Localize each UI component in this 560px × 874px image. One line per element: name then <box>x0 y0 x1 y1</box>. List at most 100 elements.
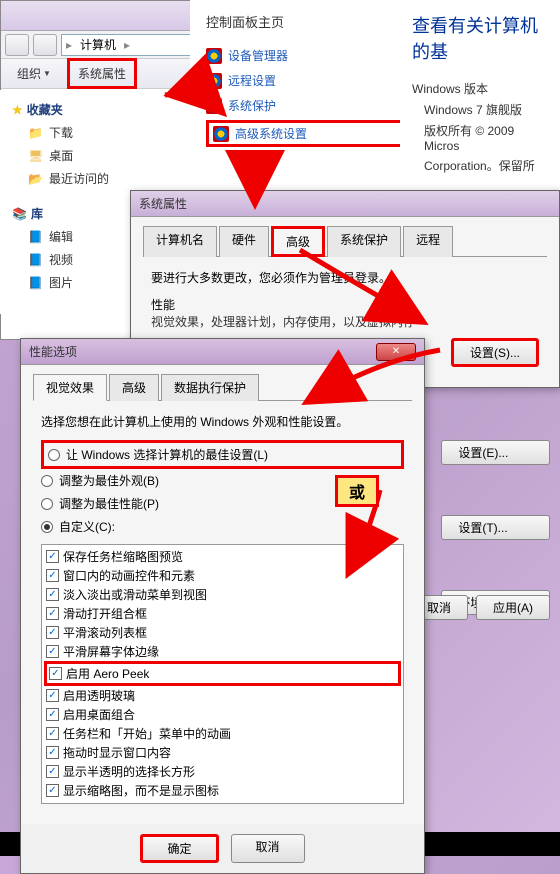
shield-icon <box>206 98 222 114</box>
cancel-button[interactable]: 取消 <box>231 834 305 863</box>
check-label: 启用 Aero Peek <box>66 665 149 682</box>
check-row[interactable]: 拖动时显示窗口内容 <box>44 743 401 762</box>
checkbox-icon[interactable] <box>46 626 59 639</box>
chevron-right-icon: ▸ <box>124 38 130 52</box>
sidebar-recent[interactable]: 📂 最近访问的 <box>8 167 172 190</box>
check-label: 启用桌面组合 <box>63 706 135 723</box>
tab-visual-effects[interactable]: 视觉效果 <box>33 374 107 401</box>
checkbox-icon[interactable] <box>46 607 59 620</box>
check-row[interactable]: 保存任务栏缩略图预览 <box>44 547 401 566</box>
perfopts-content: 选择您想在此计算机上使用的 Windows 外观和性能设置。 让 Windows… <box>33 401 412 816</box>
sidebar-favorites-header[interactable]: ★ 收藏夹 <box>8 98 172 121</box>
check-label: 平滑屏幕字体边缘 <box>63 643 159 660</box>
library-icon: 📚 <box>12 207 27 221</box>
or-badge: 或 <box>335 475 379 507</box>
check-row[interactable]: 任务栏和「开始」菜单中的动画 <box>44 724 401 743</box>
perfopts-title: 性能选项 <box>29 343 77 360</box>
check-row[interactable]: 平滑滚动列表框 <box>44 623 401 642</box>
check-row[interactable]: 显示半透明的选择长方形 <box>44 762 401 781</box>
settings-e-button[interactable]: 设置(E)... <box>441 440 550 465</box>
checkbox-icon[interactable] <box>46 550 59 563</box>
breadcrumb-computer[interactable]: 计算机 <box>74 34 122 55</box>
tab-dep[interactable]: 数据执行保护 <box>161 374 259 401</box>
tab-advanced[interactable]: 高级 <box>271 226 325 257</box>
downloads-label: 下载 <box>49 124 73 141</box>
shield-icon <box>206 48 222 64</box>
settings-s-button[interactable]: 设置(S)... <box>451 338 539 367</box>
check-row[interactable]: 启用桌面组合 <box>44 705 401 724</box>
organize-menu[interactable]: 组织 ▼ <box>9 61 59 86</box>
perfopts-desc: 选择您想在此计算机上使用的 Windows 外观和性能设置。 <box>41 413 404 430</box>
check-row[interactable]: 启用 Aero Peek <box>44 661 401 686</box>
system-properties-button[interactable]: 系统属性 <box>67 58 137 89</box>
info-copyright: 版权所有 © 2009 Micros <box>412 122 548 153</box>
performance-options-dialog: 性能选项 ✕ 视觉效果 高级 数据执行保护 选择您想在此计算机上使用的 Wind… <box>20 338 425 874</box>
check-row[interactable]: 窗口内的动画控件和元素 <box>44 566 401 585</box>
sysprops-bottom-buttons: 取消 应用(A) <box>410 595 550 620</box>
star-icon: ★ <box>12 103 23 117</box>
close-button[interactable]: ✕ <box>376 343 416 361</box>
checkbox-icon[interactable] <box>46 746 59 759</box>
visual-effects-list[interactable]: 保存任务栏缩略图预览窗口内的动画控件和元素淡入淡出或滑动菜单到视图滑动打开组合框… <box>41 544 404 804</box>
ok-button[interactable]: 确定 <box>140 834 218 863</box>
check-row[interactable]: 显示缩略图，而不是显示图标 <box>44 781 401 800</box>
check-label: 保存任务栏缩略图预览 <box>63 548 183 565</box>
videos-label: 视频 <box>49 251 73 268</box>
radio-icon <box>41 475 53 487</box>
tab-perf-advanced[interactable]: 高级 <box>109 374 159 401</box>
perf-desc: 视觉效果，处理器计划，内存使用，以及虚拟内存 <box>151 313 539 330</box>
sysprops-tabs: 计算机名 硬件 高级 系统保护 远程 <box>143 225 547 257</box>
libraries-label: 库 <box>31 205 43 222</box>
checkbox-icon[interactable] <box>46 765 59 778</box>
checkbox-icon[interactable] <box>46 588 59 601</box>
organize-label: 组织 <box>17 65 41 82</box>
check-label: 窗口内的动画控件和元素 <box>63 567 195 584</box>
sysprops-apply-button[interactable]: 应用(A) <box>476 595 550 620</box>
check-row[interactable]: 平滑屏幕字体边缘 <box>44 642 401 661</box>
checkbox-icon[interactable] <box>46 727 59 740</box>
cp-advanced-label: 高级系统设置 <box>235 125 307 142</box>
check-label: 滑动打开组合框 <box>63 605 147 622</box>
back-button[interactable] <box>5 34 29 56</box>
radio-icon <box>48 449 60 461</box>
forward-button[interactable] <box>33 34 57 56</box>
check-label: 拖动时显示窗口内容 <box>63 744 171 761</box>
sysprops-titlebar[interactable]: 系统属性 <box>131 191 559 217</box>
tab-hardware[interactable]: 硬件 <box>219 226 269 257</box>
radio-custom[interactable]: 自定义(C): <box>41 515 404 538</box>
info-corp: Corporation。保留所 <box>412 157 548 174</box>
right-buttons: 设置(E)... 设置(T)... 环境变量(N)... <box>441 440 550 615</box>
cp-remote-label: 远程设置 <box>228 72 276 89</box>
shield-icon <box>206 73 222 89</box>
check-row[interactable]: 滑动打开组合框 <box>44 604 401 623</box>
checkbox-icon[interactable] <box>46 569 59 582</box>
desktop-label: 桌面 <box>49 147 73 164</box>
perfopts-body: 视觉效果 高级 数据执行保护 选择您想在此计算机上使用的 Windows 外观和… <box>21 365 424 824</box>
folder-icon: 📁 <box>28 126 43 140</box>
sidebar-downloads[interactable]: 📁 下载 <box>8 121 172 144</box>
admin-note: 要进行大多数更改，您必须作为管理员登录。 <box>151 269 539 286</box>
check-row[interactable]: 启用透明玻璃 <box>44 686 401 705</box>
settings-t-button[interactable]: 设置(T)... <box>441 515 550 540</box>
check-label: 启用透明玻璃 <box>63 687 135 704</box>
checkbox-icon[interactable] <box>46 708 59 721</box>
radio-let-windows[interactable]: 让 Windows 选择计算机的最佳设置(L) <box>41 440 404 469</box>
tab-protection[interactable]: 系统保护 <box>327 226 401 257</box>
check-row[interactable]: 淡入淡出或滑动菜单到视图 <box>44 585 401 604</box>
sidebar-desktop[interactable]: 🖥 桌面 <box>8 144 172 167</box>
tab-remote[interactable]: 远程 <box>403 226 453 257</box>
check-row[interactable]: 在窗口和按钮上使用视觉样式 <box>44 800 401 804</box>
checkbox-icon[interactable] <box>46 689 59 702</box>
radio-icon <box>41 498 53 510</box>
perfopts-titlebar[interactable]: 性能选项 ✕ <box>21 339 424 365</box>
checkbox-icon[interactable] <box>46 784 59 797</box>
checkbox-icon[interactable] <box>49 667 62 680</box>
checkbox-icon[interactable] <box>46 645 59 658</box>
recent-label: 最近访问的 <box>49 170 109 187</box>
info-edition: Windows 7 旗舰版 <box>412 101 548 118</box>
tab-computer-name[interactable]: 计算机名 <box>143 226 217 257</box>
cp-device-label: 设备管理器 <box>228 47 288 64</box>
checkbox-icon[interactable] <box>46 803 59 804</box>
radio-let-windows-label: 让 Windows 选择计算机的最佳设置(L) <box>66 446 268 463</box>
library-item-icon: 📘 <box>28 230 43 244</box>
